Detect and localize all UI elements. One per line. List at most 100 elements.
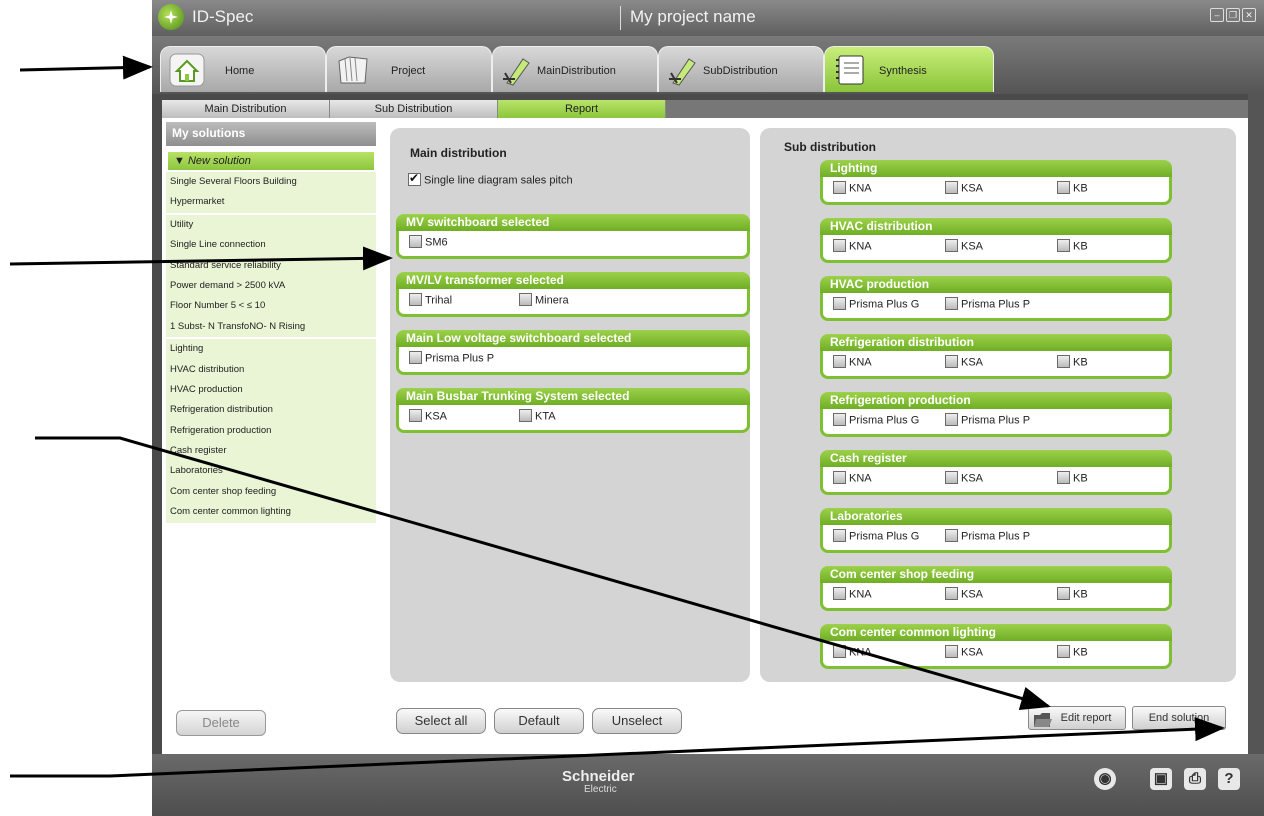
option-kb[interactable]: KB <box>1057 181 1088 195</box>
checkbox[interactable] <box>833 355 846 368</box>
list-item[interactable]: HVAC production <box>166 379 376 401</box>
option-trihal[interactable]: Trihal <box>409 293 452 307</box>
checkbox[interactable] <box>1057 239 1070 252</box>
checkbox[interactable] <box>409 409 422 422</box>
option-ksa[interactable]: KSA <box>945 181 983 195</box>
subtab-sub-distribution[interactable]: Sub Distribution <box>330 100 498 118</box>
checkbox[interactable] <box>833 239 846 252</box>
checkbox[interactable] <box>833 645 846 658</box>
checkbox[interactable] <box>945 297 958 310</box>
subtab-main-distribution[interactable]: Main Distribution <box>162 100 330 118</box>
option-prisma-plus-p[interactable]: Prisma Plus P <box>945 413 1030 427</box>
close-icon[interactable]: ✕ <box>1242 8 1256 22</box>
option-kta[interactable]: KTA <box>519 409 556 423</box>
checkbox[interactable] <box>409 235 422 248</box>
help-icon[interactable]: ? <box>1218 768 1240 790</box>
option-ksa[interactable]: KSA <box>945 355 983 369</box>
option-ksa[interactable]: KSA <box>945 645 983 659</box>
option-kb[interactable]: KB <box>1057 471 1088 485</box>
checkbox[interactable] <box>519 409 532 422</box>
option-kna[interactable]: KNA <box>833 239 872 253</box>
checkbox[interactable] <box>945 181 958 194</box>
checkbox[interactable] <box>1057 181 1070 194</box>
new-solution-item[interactable]: ▼ New solution <box>168 152 374 170</box>
checkbox[interactable] <box>945 587 958 600</box>
list-item[interactable]: Laboratories <box>166 461 376 482</box>
edit-report-button[interactable]: Edit report <box>1028 706 1126 730</box>
checkbox[interactable] <box>833 529 846 542</box>
minimize-icon[interactable]: – <box>1210 8 1224 22</box>
option-prisma-plus-g[interactable]: Prisma Plus G <box>833 297 919 311</box>
option-kna[interactable]: KNA <box>833 587 872 601</box>
default-button[interactable]: Default <box>494 708 584 734</box>
option-kb[interactable]: KB <box>1057 645 1088 659</box>
delete-button[interactable]: Delete <box>176 710 266 736</box>
checkbox[interactable] <box>1057 645 1070 658</box>
option-kna[interactable]: KNA <box>833 355 872 369</box>
option-kna[interactable]: KNA <box>833 471 872 485</box>
tab-sub-distribution[interactable]: SubDistribution <box>658 46 824 92</box>
sales-pitch-option[interactable]: Single line diagram sales pitch <box>408 171 573 187</box>
list-item[interactable]: Standard service reliability <box>166 255 376 276</box>
checkbox[interactable] <box>833 297 846 310</box>
list-item[interactable]: Com center common lighting <box>166 502 376 523</box>
list-item[interactable]: Hypermarket <box>166 192 376 213</box>
option-kb[interactable]: KB <box>1057 587 1088 601</box>
option-prisma-plus-p[interactable]: Prisma Plus P <box>945 297 1030 311</box>
tab-project[interactable]: Project <box>326 46 492 92</box>
checkbox[interactable] <box>519 293 532 306</box>
list-item[interactable]: HVAC distribution <box>166 359 376 380</box>
tab-synthesis[interactable]: Synthesis <box>824 46 994 92</box>
list-item[interactable]: Single Several Floors Building <box>166 172 376 193</box>
option-kna[interactable]: KNA <box>833 645 872 659</box>
option-kb[interactable]: KB <box>1057 239 1088 253</box>
option-ksa[interactable]: KSA <box>945 239 983 253</box>
option-ksa[interactable]: KSA <box>409 409 447 423</box>
checkbox[interactable] <box>945 413 958 426</box>
checkbox[interactable] <box>945 471 958 484</box>
restore-icon[interactable]: ❐ <box>1226 8 1240 22</box>
checkbox[interactable] <box>1057 355 1070 368</box>
tab-main-distribution[interactable]: MainDistribution <box>492 46 658 92</box>
checkbox[interactable] <box>409 293 422 306</box>
checkbox[interactable] <box>945 239 958 252</box>
subtab-report[interactable]: Report <box>498 100 666 118</box>
option-prisma-plus-g[interactable]: Prisma Plus G <box>833 413 919 427</box>
checkbox[interactable] <box>945 529 958 542</box>
checkbox[interactable] <box>945 645 958 658</box>
end-solution-button[interactable]: End solution <box>1132 706 1226 730</box>
option-kb[interactable]: KB <box>1057 355 1088 369</box>
list-item[interactable]: Floor Number 5 < ≤ 10 <box>166 296 376 317</box>
option-ksa[interactable]: KSA <box>945 587 983 601</box>
option-prisma-plus-p[interactable]: Prisma Plus P <box>945 529 1030 543</box>
option-prisma-plus-g[interactable]: Prisma Plus G <box>833 529 919 543</box>
list-item[interactable]: Lighting <box>166 337 376 360</box>
eye-icon[interactable]: ◉ <box>1094 768 1116 790</box>
save-icon[interactable]: ▣ <box>1150 768 1172 790</box>
list-item[interactable]: 1 Subst- N TransfoNO- N Rising <box>166 316 376 338</box>
list-item[interactable]: Cash register <box>166 441 376 462</box>
list-item[interactable]: Com center shop feeding <box>166 481 376 503</box>
checkbox[interactable] <box>833 471 846 484</box>
checkbox[interactable] <box>945 355 958 368</box>
option-minera[interactable]: Minera <box>519 293 569 307</box>
checkbox[interactable] <box>1057 587 1070 600</box>
list-item[interactable]: Power demand > 2500 kVA <box>166 275 376 297</box>
print-icon[interactable]: ⎙ <box>1184 768 1206 790</box>
checkbox[interactable] <box>1057 471 1070 484</box>
checkbox[interactable] <box>409 351 422 364</box>
option-prisma-plus-p[interactable]: Prisma Plus P <box>409 351 494 365</box>
tab-home[interactable]: Home <box>160 46 326 92</box>
unselect-button[interactable]: Unselect <box>592 708 682 734</box>
select-all-button[interactable]: Select all <box>396 708 486 734</box>
checkbox[interactable] <box>833 413 846 426</box>
option-sm6[interactable]: SM6 <box>409 235 448 249</box>
list-item[interactable]: Refrigeration production <box>166 420 376 442</box>
checkbox[interactable] <box>833 587 846 600</box>
checkbox-checked[interactable] <box>408 171 421 186</box>
list-item[interactable]: Utility <box>166 212 376 236</box>
list-item[interactable]: Refrigeration distribution <box>166 400 376 421</box>
option-kna[interactable]: KNA <box>833 181 872 195</box>
checkbox[interactable] <box>833 181 846 194</box>
option-ksa[interactable]: KSA <box>945 471 983 485</box>
